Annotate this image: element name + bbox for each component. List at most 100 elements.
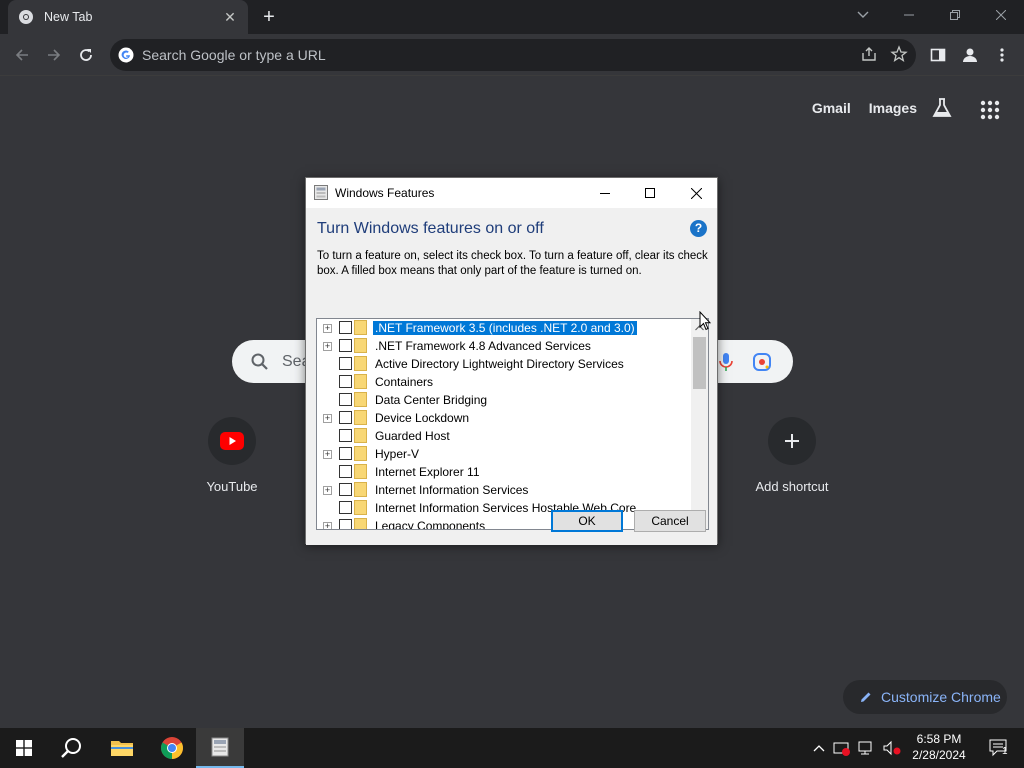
folder-icon [354, 338, 367, 353]
help-icon[interactable]: ? [690, 220, 707, 237]
microphone-icon[interactable] [718, 352, 734, 372]
bookmark-star-icon[interactable] [890, 45, 908, 63]
network-icon[interactable] [858, 740, 876, 756]
feature-label: Hyper-V [375, 447, 420, 461]
dialog-titlebar[interactable]: Windows Features [306, 178, 717, 208]
tab-new-tab[interactable]: New Tab ✕ [8, 0, 248, 34]
youtube-icon [208, 417, 256, 465]
feature-row[interactable]: + .NET Framework 4.8 Advanced Services [317, 337, 691, 355]
folder-icon [354, 410, 367, 425]
plus-icon [768, 417, 816, 465]
windows-features-icon [314, 185, 328, 200]
expand-icon[interactable]: + [323, 342, 332, 351]
feature-checkbox[interactable] [339, 375, 352, 388]
kebab-menu-icon[interactable] [990, 43, 1014, 67]
chevron-up-icon[interactable] [812, 741, 826, 755]
folder-icon [354, 392, 367, 407]
expand-icon[interactable]: + [323, 486, 332, 495]
expand-icon[interactable]: + [323, 414, 332, 423]
shortcut-label: Add shortcut [755, 479, 829, 494]
customize-chrome-button[interactable]: Customize Chrome [843, 680, 1007, 714]
windows-features-taskbar-icon[interactable] [196, 728, 244, 768]
tab-strip: New Tab ✕ + [0, 0, 1024, 34]
gmail-link[interactable]: Gmail [812, 100, 851, 116]
shortcut-add[interactable]: Add shortcut [744, 417, 840, 494]
cancel-button[interactable]: Cancel [634, 510, 706, 532]
google-lens-icon[interactable] [752, 352, 772, 372]
ok-button[interactable]: OK [551, 510, 623, 532]
folder-icon [354, 320, 367, 335]
dialog-close-icon[interactable] [673, 178, 719, 208]
notifications-icon[interactable]: 1 [976, 728, 1024, 768]
tab-title: New Tab [44, 10, 93, 24]
feature-label: Internet Information Services [375, 483, 529, 497]
chrome-taskbar-icon[interactable] [148, 728, 196, 768]
folder-icon [354, 500, 367, 515]
omnibox[interactable] [110, 39, 916, 71]
shortcut-youtube[interactable]: YouTube [184, 417, 280, 494]
feature-checkbox[interactable] [339, 465, 352, 478]
feature-checkbox[interactable] [339, 447, 352, 460]
images-link[interactable]: Images [869, 100, 917, 116]
scrollbar-thumb[interactable] [693, 337, 706, 389]
reload-icon[interactable] [74, 43, 98, 67]
close-window-icon[interactable] [978, 0, 1024, 30]
notification-count: 1 [1002, 746, 1008, 757]
ntp-header-links: Gmail Images [812, 100, 917, 116]
volume-muted-icon[interactable] [883, 740, 901, 756]
feature-row[interactable]: + Hyper-V [317, 445, 691, 463]
new-tab-button[interactable]: + [258, 6, 280, 28]
feature-checkbox[interactable] [339, 321, 352, 334]
search-icon [251, 353, 268, 370]
feature-row[interactable]: + Device Lockdown [317, 409, 691, 427]
feature-checkbox[interactable] [339, 483, 352, 496]
feature-row[interactable]: + Internet Information Services [317, 481, 691, 499]
feature-checkbox[interactable] [339, 411, 352, 424]
labs-flask-icon[interactable] [930, 96, 954, 120]
dialog-maximize-icon[interactable] [627, 178, 673, 208]
file-explorer-icon[interactable] [98, 728, 146, 768]
feature-row[interactable]: Internet Explorer 11 [317, 463, 691, 481]
google-apps-icon[interactable] [978, 98, 1002, 122]
feature-row[interactable]: + .NET Framework 3.5 (includes .NET 2.0 … [317, 319, 691, 337]
forward-arrow-icon[interactable] [42, 43, 66, 67]
feature-checkbox[interactable] [339, 357, 352, 370]
feature-row[interactable]: Data Center Bridging [317, 391, 691, 409]
feature-checkbox[interactable] [339, 519, 352, 529]
feature-label: .NET Framework 3.5 (includes .NET 2.0 an… [373, 321, 637, 335]
browser-toolbar [0, 34, 1024, 76]
feature-checkbox[interactable] [339, 339, 352, 352]
feature-checkbox[interactable] [339, 393, 352, 406]
omnibox-input[interactable] [142, 47, 916, 63]
close-tab-icon[interactable]: ✕ [222, 9, 238, 25]
tree-scrollbar[interactable] [691, 319, 708, 529]
clock-date: 2/28/2024 [912, 748, 966, 762]
profile-icon[interactable] [958, 43, 982, 67]
feature-checkbox[interactable] [339, 429, 352, 442]
dialog-description: To turn a feature on, select its check b… [317, 250, 708, 277]
taskbar-search-icon[interactable] [48, 728, 96, 768]
tab-search-icon[interactable] [852, 6, 874, 24]
feature-row[interactable]: Containers [317, 373, 691, 391]
restore-icon[interactable] [932, 0, 978, 30]
side-panel-icon[interactable] [926, 43, 950, 67]
back-arrow-icon[interactable] [10, 43, 34, 67]
security-alert-icon[interactable] [833, 740, 851, 756]
feature-label: Device Lockdown [375, 411, 470, 425]
folder-icon [354, 374, 367, 389]
minimize-icon[interactable] [886, 0, 932, 30]
feature-checkbox[interactable] [339, 501, 352, 514]
windows-start-icon[interactable] [0, 728, 48, 768]
share-icon[interactable] [860, 45, 878, 63]
taskbar-clock[interactable]: 6:58 PM 2/28/2024 [906, 731, 972, 763]
feature-row[interactable]: Guarded Host [317, 427, 691, 445]
dialog-minimize-icon[interactable] [582, 178, 628, 208]
google-icon [118, 47, 134, 63]
feature-label: Internet Explorer 11 [375, 465, 480, 479]
feature-label: Data Center Bridging [375, 393, 488, 407]
expand-icon[interactable]: + [323, 324, 332, 333]
feature-label: Legacy Components [375, 519, 486, 530]
expand-icon[interactable]: + [323, 522, 332, 529]
feature-row[interactable]: Active Directory Lightweight Directory S… [317, 355, 691, 373]
expand-icon[interactable]: + [323, 450, 332, 459]
